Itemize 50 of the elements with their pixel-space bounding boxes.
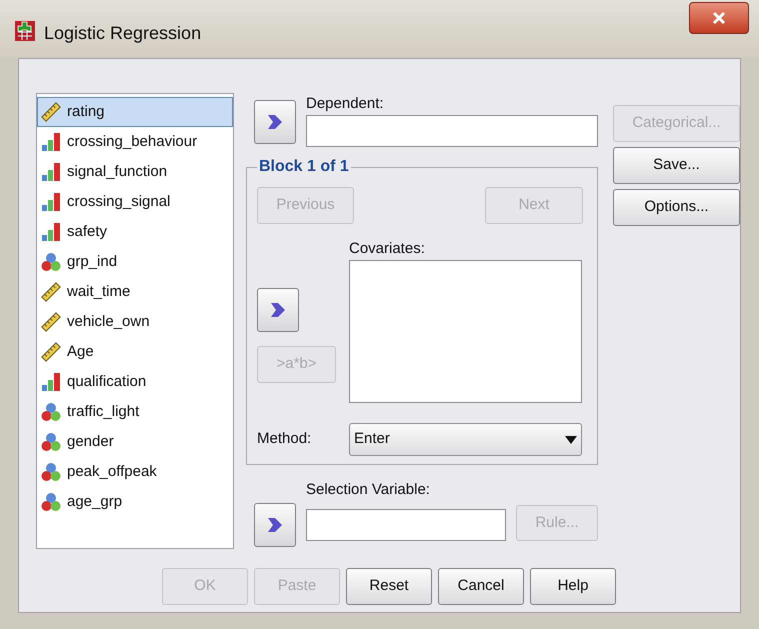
variable-item[interactable]: Age	[37, 337, 233, 367]
method-label: Method:	[257, 429, 312, 450]
arrow-icon	[267, 113, 283, 131]
circles-icon	[41, 492, 61, 512]
close-button[interactable]	[689, 2, 749, 34]
method-dropdown[interactable]: Enter	[349, 423, 582, 456]
bar-chart-icon	[41, 222, 61, 242]
variable-item[interactable]: gender	[37, 427, 233, 457]
method-value: Enter	[354, 429, 390, 450]
selection-variable-field[interactable]	[306, 509, 506, 541]
circles-icon	[41, 402, 61, 422]
move-arrow-button[interactable]	[254, 100, 296, 144]
variable-item[interactable]: rating	[37, 97, 233, 127]
bar-chart-icon	[41, 132, 61, 152]
variable-item[interactable]: qualification	[37, 367, 233, 397]
app-icon	[14, 20, 36, 42]
bar-chart-icon	[41, 162, 61, 182]
block-title: Block 1 of 1	[258, 157, 350, 177]
dependent-label: Dependent:	[306, 94, 385, 114]
dependent-field[interactable]	[306, 115, 598, 147]
move-arrow-button[interactable]	[257, 288, 299, 332]
move-arrow-button[interactable]	[254, 503, 296, 547]
arrow-icon	[270, 301, 286, 319]
close-icon	[712, 11, 726, 25]
circles-icon	[41, 252, 61, 272]
variable-item[interactable]: grp_ind	[37, 247, 233, 277]
variable-item[interactable]: crossing_behaviour	[37, 127, 233, 157]
circles-icon	[41, 432, 61, 452]
circles-icon	[41, 462, 61, 482]
variable-item[interactable]: crossing_signal	[37, 187, 233, 217]
variable-item[interactable]: vehicle_own	[37, 307, 233, 337]
variable-item[interactable]: wait_time	[37, 277, 233, 307]
selection-variable-label: Selection Variable:	[306, 480, 431, 500]
button[interactable]: Options...	[613, 189, 740, 226]
button[interactable]: Help	[530, 568, 616, 605]
bar-chart-icon	[41, 372, 61, 392]
covariates-list[interactable]	[349, 260, 582, 403]
button[interactable]: Cancel	[438, 568, 524, 605]
variable-item[interactable]: peak_offpeak	[37, 457, 233, 487]
variable-item[interactable]: age_grp	[37, 487, 233, 517]
variable-item[interactable]: safety	[37, 217, 233, 247]
arrow-icon	[267, 516, 283, 534]
dropdown-caret-icon	[565, 436, 577, 444]
button[interactable]: Save...	[613, 147, 740, 184]
variable-item[interactable]: traffic_light	[37, 397, 233, 427]
bar-chart-icon	[41, 192, 61, 212]
covariates-label: Covariates:	[349, 239, 426, 259]
button[interactable]: Reset	[346, 568, 432, 605]
window-title: Logistic Regression	[44, 22, 202, 45]
variable-item[interactable]: signal_function	[37, 157, 233, 187]
